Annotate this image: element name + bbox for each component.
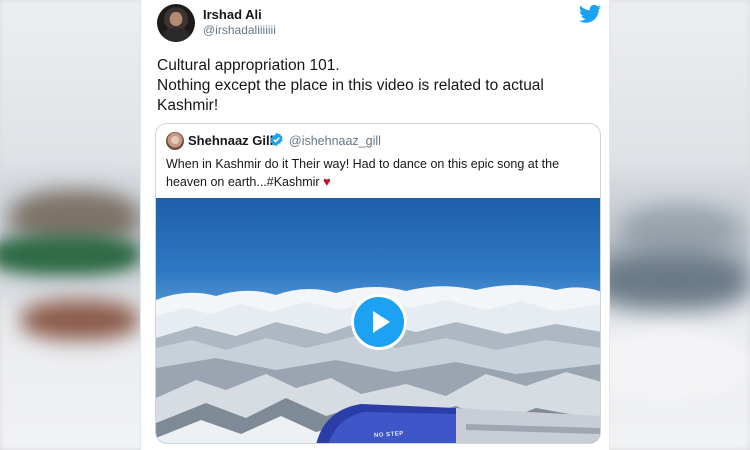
background-blur-left <box>0 0 160 450</box>
author-handle[interactable]: @irshadaliiiiiii <box>203 23 276 37</box>
verified-badge-icon <box>270 132 283 147</box>
quoted-text-line: heaven on earth...#Kashmir ♥ <box>166 173 591 191</box>
tweet-text: Cultural appropriation 101. Nothing exce… <box>157 56 597 116</box>
quoted-tweet-text: When in Kashmir do it Their way! Had to … <box>166 155 591 191</box>
play-button[interactable] <box>351 294 407 350</box>
tweet-text-line: Kashmir! <box>157 97 219 114</box>
heart-icon: ♥ <box>323 174 331 189</box>
quoted-text-line-2: heaven on earth...#Kashmir <box>166 175 324 189</box>
background-blur-right <box>590 0 750 450</box>
video-player[interactable]: NO STEP <box>156 198 600 443</box>
tweet-text-line: Cultural appropriation 101. <box>157 57 340 74</box>
quoted-author-handle[interactable]: @ishehnaaz_gill <box>289 134 381 148</box>
author-avatar[interactable] <box>157 4 195 42</box>
quoted-tweet[interactable]: Shehnaaz Gill @ishehnaaz_gill When in Ka… <box>155 123 601 444</box>
quoted-author-name[interactable]: Shehnaaz Gill <box>188 133 273 148</box>
tweet-text-line: Nothing except the place in this video i… <box>157 77 544 94</box>
quoted-text-line: When in Kashmir do it Their way! Had to … <box>166 157 560 171</box>
twitter-bird-icon[interactable] <box>579 4 601 24</box>
author-name[interactable]: Irshad Ali <box>203 7 262 22</box>
quoted-author-avatar[interactable] <box>166 132 184 150</box>
tweet-card: Irshad Ali @irshadaliiiiiii Cultural app… <box>140 0 610 450</box>
play-icon <box>373 311 390 333</box>
